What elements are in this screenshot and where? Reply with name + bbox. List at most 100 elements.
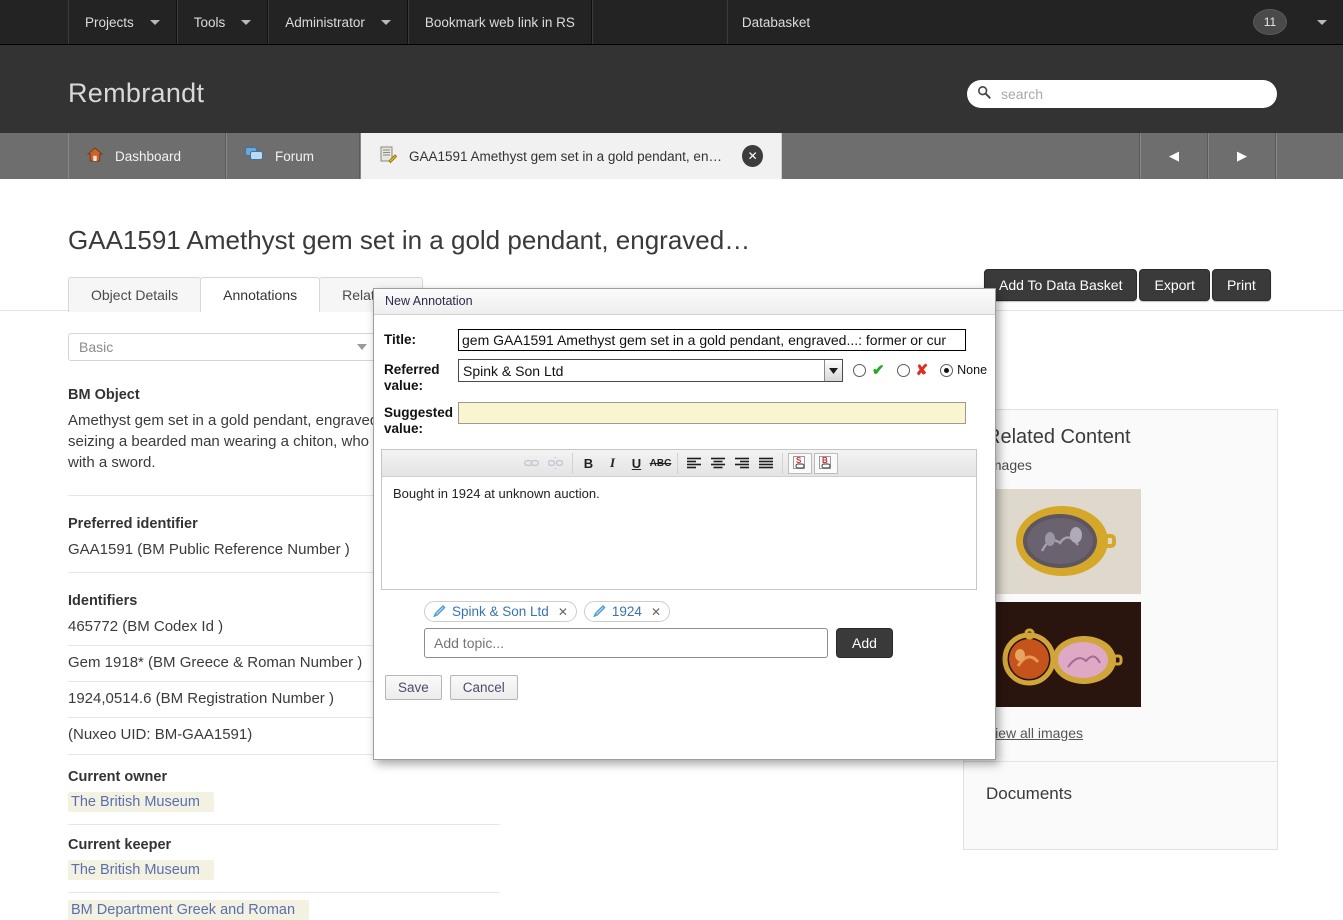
page-title: GAA1591 Amethyst gem set in a gold penda… bbox=[68, 225, 751, 255]
underline-icon[interactable]: U bbox=[625, 453, 649, 474]
align-left-icon[interactable] bbox=[682, 453, 706, 474]
radio-reject[interactable] bbox=[896, 363, 910, 377]
referred-value-select[interactable]: Spink & Son Ltd bbox=[458, 359, 843, 382]
title-field-row: Title: bbox=[374, 329, 995, 351]
toolbar-group-link bbox=[516, 453, 572, 474]
nav-item-projects[interactable]: Projects bbox=[68, 0, 177, 44]
unlink-icon[interactable] bbox=[544, 453, 568, 474]
current-owner-value[interactable]: The British Museum bbox=[68, 792, 214, 812]
rich-text-editor: B I U ABC S B Bought in 1924 at unknown … bbox=[381, 449, 977, 590]
current-keeper-label: Current keeper bbox=[68, 837, 172, 853]
current-keeper-value[interactable]: The British Museum bbox=[68, 860, 214, 880]
chat-bubbles-icon bbox=[245, 147, 263, 165]
topnav-overflow-menu[interactable] bbox=[1301, 0, 1343, 44]
cancel-button[interactable]: Cancel bbox=[449, 675, 518, 700]
nav-item-databasket-label: Databasket bbox=[741, 14, 811, 30]
referred-value-row: Referred value: Spink & Son Ltd ✔ ✘ None bbox=[374, 359, 995, 394]
toolbar-group-align bbox=[676, 452, 782, 474]
align-right-icon[interactable] bbox=[730, 453, 754, 474]
title-field-label: Title: bbox=[384, 332, 417, 347]
bold-icon[interactable]: B bbox=[577, 453, 601, 474]
editor-content[interactable]: Bought in 1924 at unknown auction. bbox=[382, 477, 976, 589]
topic-tag[interactable]: 1924 ✕ bbox=[583, 601, 670, 622]
chevron-down-icon[interactable] bbox=[824, 360, 842, 381]
object-tabs: Object Details Annotations Relations bbox=[68, 277, 424, 312]
nav-item-projects-label: Projects bbox=[85, 14, 134, 30]
export-button[interactable]: Export bbox=[1139, 269, 1210, 301]
cross-icon: ✘ bbox=[915, 362, 929, 379]
radio-none[interactable] bbox=[940, 363, 954, 377]
remove-tag-icon[interactable]: ✕ bbox=[651, 605, 661, 619]
suggested-value-label: Suggested value: bbox=[384, 405, 454, 436]
nav-item-bookmark-web-link-label: Bookmark web link in RS bbox=[424, 14, 575, 30]
italic-icon[interactable]: I bbox=[601, 453, 625, 474]
print-button[interactable]: Print bbox=[1211, 269, 1271, 301]
strikethrough-icon[interactable]: ABC bbox=[649, 453, 673, 474]
nav-item-tools-label: Tools bbox=[193, 14, 226, 30]
tabstrip-prev-button[interactable]: ◀ bbox=[1140, 133, 1208, 179]
nav-item-administrator-label: Administrator bbox=[285, 14, 365, 30]
link-icon[interactable] bbox=[520, 453, 544, 474]
search-box[interactable] bbox=[967, 80, 1277, 108]
view-mode-select-value: Basic bbox=[79, 339, 114, 355]
related-image-thumbnail[interactable] bbox=[986, 602, 1141, 707]
nav-item-databasket[interactable]: Databasket bbox=[726, 0, 824, 44]
body-link-icon[interactable]: B bbox=[813, 452, 838, 474]
related-content-card: Related Content Images View all images D… bbox=[963, 409, 1278, 850]
related-documents-label: Documents bbox=[986, 784, 1072, 803]
tab-document-label: GAA1591 Amethyst gem set in a gold penda… bbox=[409, 148, 725, 164]
suggested-value-row: Suggested value: bbox=[374, 402, 995, 437]
align-center-icon[interactable] bbox=[706, 453, 730, 474]
nav-item-administrator[interactable]: Administrator bbox=[268, 0, 408, 44]
nav-item-bookmark-web-link[interactable]: Bookmark web link in RS bbox=[407, 0, 592, 44]
topnav-left-spacer bbox=[0, 0, 68, 44]
dialog-footer-buttons: Save Cancel bbox=[385, 675, 995, 700]
related-image-thumbnail[interactable] bbox=[986, 489, 1141, 594]
add-topic-button[interactable]: Add bbox=[836, 628, 893, 658]
annotation-title-input[interactable] bbox=[458, 329, 966, 351]
document-tab-strip: Dashboard Forum GAA1591 Amethyst gem set… bbox=[0, 133, 1343, 179]
topnav-flex-gap bbox=[824, 0, 1239, 44]
close-icon[interactable]: ✕ bbox=[742, 145, 763, 167]
referred-value-judgement-group: ✔ ✘ None bbox=[853, 359, 987, 379]
search-input[interactable] bbox=[999, 85, 1267, 103]
home-icon bbox=[86, 147, 104, 165]
tabstrip-next-button[interactable]: ▶ bbox=[1208, 133, 1276, 179]
add-topic-input[interactable] bbox=[424, 628, 828, 658]
tag-icon bbox=[433, 604, 446, 618]
add-to-data-basket-button[interactable]: Add To Data Basket bbox=[984, 269, 1138, 301]
divider bbox=[68, 824, 500, 825]
department-value[interactable]: BM Department Greek and Roman bbox=[68, 900, 310, 920]
suggested-value-input[interactable] bbox=[458, 402, 966, 424]
document-edit-icon bbox=[379, 146, 398, 167]
radio-approve[interactable] bbox=[853, 363, 866, 377]
chevron-down-icon bbox=[380, 19, 391, 25]
topnav-gap bbox=[591, 0, 727, 44]
search-icon bbox=[977, 85, 991, 104]
add-topic-row: Add bbox=[424, 628, 995, 658]
related-images-label: Images bbox=[986, 457, 1032, 473]
view-mode-select[interactable]: Basic bbox=[68, 333, 378, 361]
topic-tag[interactable]: Spink & Son Ltd ✕ bbox=[424, 601, 577, 622]
tab-document-gaa1591[interactable]: GAA1591 Amethyst gem set in a gold penda… bbox=[360, 133, 782, 179]
toolbar-group-format: B I U ABC bbox=[571, 452, 677, 474]
tab-dashboard[interactable]: Dashboard bbox=[68, 133, 226, 179]
subject-link-icon[interactable]: S bbox=[787, 452, 812, 474]
align-justify-icon[interactable] bbox=[754, 453, 778, 474]
tab-annotations[interactable]: Annotations bbox=[200, 277, 321, 312]
tab-object-details[interactable]: Object Details bbox=[68, 277, 202, 312]
dialog-body: Title: Referred value: Spink & Son Ltd ✔… bbox=[374, 315, 995, 700]
tabstrip-spacer bbox=[782, 133, 1140, 179]
remove-tag-icon[interactable]: ✕ bbox=[558, 605, 568, 619]
tab-forum[interactable]: Forum bbox=[226, 133, 360, 179]
radio-none-label: None bbox=[957, 363, 988, 377]
referred-value-selected: Spink & Son Ltd bbox=[463, 362, 564, 379]
topic-tag-label: Spink & Son Ltd bbox=[452, 604, 549, 619]
nav-item-tools[interactable]: Tools bbox=[176, 0, 269, 44]
related-content-title: Related Content bbox=[986, 426, 1131, 448]
save-button[interactable]: Save bbox=[385, 675, 442, 700]
tab-forum-label: Forum bbox=[275, 148, 315, 164]
view-all-images-link[interactable]: View all images bbox=[986, 725, 1277, 741]
chevron-down-icon bbox=[1317, 19, 1327, 25]
new-annotation-dialog: New Annotation Title: Referred value: Sp… bbox=[373, 288, 996, 760]
